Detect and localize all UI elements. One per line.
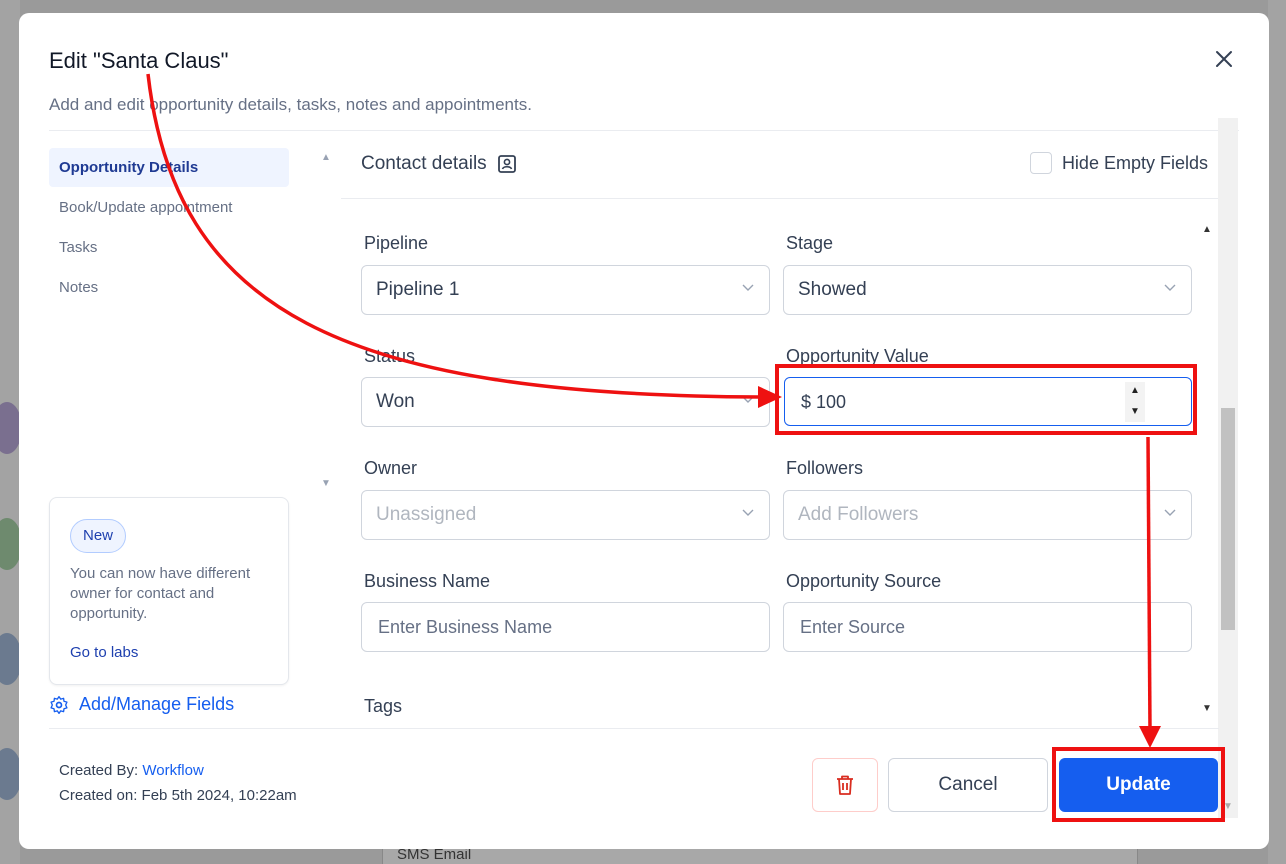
hide-empty-fields-toggle[interactable]: Hide Empty Fields xyxy=(1029,152,1208,174)
nav-item-book-appointment[interactable]: Book/Update appointment xyxy=(49,188,289,227)
labs-promo-card: New You can now have different owner for… xyxy=(49,497,289,685)
add-manage-fields-label: Add/Manage Fields xyxy=(79,694,235,714)
contact-details-title: Contact details xyxy=(361,153,487,174)
trash-icon xyxy=(837,775,853,795)
section-title: Contact details xyxy=(361,153,517,175)
nav-item-tasks[interactable]: Tasks xyxy=(49,228,289,267)
close-icon[interactable] xyxy=(1212,47,1236,71)
nav-item-opportunity-details[interactable]: Opportunity Details xyxy=(49,148,289,187)
form-scroll-up-icon[interactable]: ▲ xyxy=(1202,224,1212,235)
owner-label: Owner xyxy=(364,458,418,478)
stage-select[interactable]: Showed xyxy=(783,265,1192,315)
background-right-strip xyxy=(1268,0,1286,864)
created-on: Created on: Feb 5th 2024, 10:22am xyxy=(59,787,297,804)
followers-select[interactable]: Add Followers xyxy=(783,490,1192,540)
nav-scroll-up-icon[interactable]: ▲ xyxy=(321,152,331,163)
stage-label: Stage xyxy=(786,233,834,253)
created-by: Created By: Workflow xyxy=(59,762,204,779)
chevron-down-icon xyxy=(742,509,754,516)
business-name-label: Business Name xyxy=(364,571,491,591)
cancel-button[interactable]: Cancel xyxy=(888,758,1048,812)
promo-text: You can now have different owner for con… xyxy=(70,565,251,622)
hide-empty-fields-checkbox[interactable] xyxy=(1029,152,1052,174)
nav-scroll-down-icon[interactable]: ▼ xyxy=(321,478,331,489)
go-to-labs-link[interactable]: Go to labs xyxy=(70,644,138,661)
nav-item-notes[interactable]: Notes xyxy=(49,268,289,307)
owner-select[interactable]: Unassigned xyxy=(361,490,770,540)
pipeline-value: Pipeline 1 xyxy=(376,279,460,300)
modal-title: Edit "Santa Claus" xyxy=(49,48,229,73)
contact-details-header: Contact details Hide Empty Fields xyxy=(341,131,1218,199)
panel-scrollbar-thumb[interactable] xyxy=(1221,408,1235,630)
chevron-down-icon xyxy=(1164,509,1176,516)
business-name-input[interactable] xyxy=(361,602,770,652)
pipeline-select[interactable]: Pipeline 1 xyxy=(361,265,770,315)
stage-value: Showed xyxy=(798,279,867,300)
chevron-down-icon xyxy=(1164,284,1176,291)
created-by-label: Created By: xyxy=(59,762,139,779)
new-badge: New xyxy=(70,519,126,553)
delete-button[interactable] xyxy=(812,758,878,812)
form-scroll-down-icon[interactable]: ▼ xyxy=(1202,703,1212,714)
gear-icon xyxy=(50,695,68,714)
followers-label: Followers xyxy=(786,458,864,478)
created-by-link[interactable]: Workflow xyxy=(142,762,203,779)
footer-divider xyxy=(49,728,1219,729)
tags-label: Tags xyxy=(364,696,403,716)
contact-card-icon xyxy=(497,155,516,173)
followers-placeholder: Add Followers xyxy=(798,504,919,525)
value-highlight-box xyxy=(775,364,1197,435)
status-select[interactable]: Won xyxy=(361,377,770,427)
pipeline-label: Pipeline xyxy=(364,233,429,253)
modal-subtitle: Add and edit opportunity details, tasks,… xyxy=(49,95,532,114)
chevron-down-icon xyxy=(742,396,754,403)
opportunity-source-label: Opportunity Source xyxy=(786,571,942,591)
status-label: Status xyxy=(364,346,416,366)
owner-placeholder: Unassigned xyxy=(376,504,477,525)
add-manage-fields-button[interactable]: Add/Manage Fields xyxy=(49,694,234,715)
chevron-down-icon xyxy=(742,284,754,291)
opportunity-source-input[interactable] xyxy=(783,602,1192,652)
update-highlight-box xyxy=(1052,747,1225,822)
hide-empty-fields-label: Hide Empty Fields xyxy=(1061,152,1208,173)
status-value: Won xyxy=(376,391,415,412)
